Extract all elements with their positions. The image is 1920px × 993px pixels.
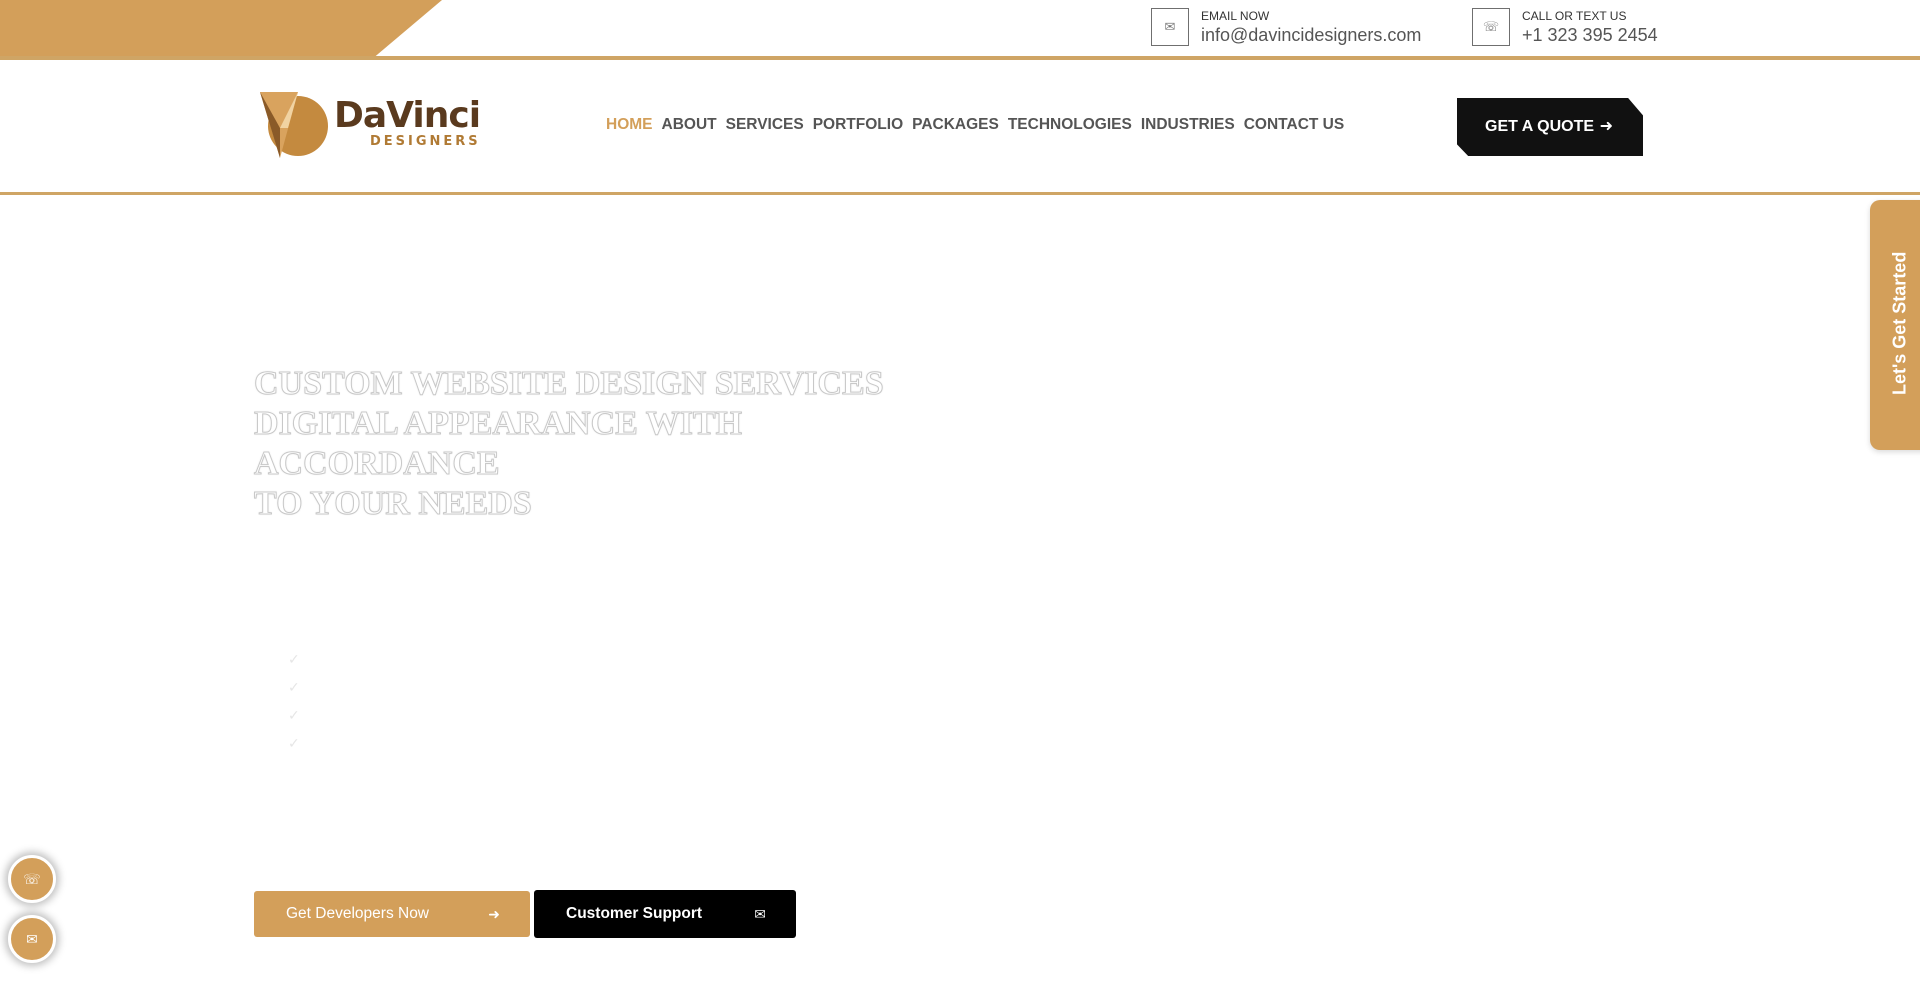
hero-title-line: TO YOUR NEEDS [254,485,533,523]
logo-mark-icon [260,92,328,158]
hero-title-line: ACCORDANCE [254,445,501,483]
top-bar-accent-shape [0,0,442,56]
logo-subtitle: DESIGNERS [370,134,481,149]
get-developers-now-label: Get Developers Now [286,905,430,922]
floating-chat-button[interactable]: ✉ [8,915,56,963]
get-a-quote-label: GET A QUOTE [1485,118,1595,135]
customer-support-label: Customer Support [566,905,703,922]
check-icon: ✓ [288,651,300,667]
nav-item-contact-us[interactable]: CONTACT US [1244,116,1344,134]
email-label: EMAIL NOW [1201,9,1270,23]
phone-contact[interactable]: ☏ CALL OR TEXT US +1 323 395 2454 [1472,8,1658,46]
envelope-icon: ✉ [1151,8,1189,46]
hero-title-line: CUSTOM WEBSITE DESIGN SERVICES [254,365,885,403]
header-divider [0,192,1920,195]
nav-item-portfolio[interactable]: PORTFOLIO [813,116,903,134]
get-developers-now-button[interactable]: Get Developers Now ➜ [254,891,530,937]
chat-icon: ✉ [26,930,38,947]
nav-item-packages[interactable]: PACKAGES [912,116,999,134]
nav-item-about[interactable]: ABOUT [662,116,717,134]
floating-phone-button[interactable]: ☏ [8,855,56,903]
site-header: DaVinci DESIGNERS HOME ABOUT SERVICES PORTF… [0,60,1920,192]
nav-item-industries[interactable]: INDUSTRIES [1141,116,1235,134]
phone-value[interactable]: +1 323 395 2454 [1522,24,1658,46]
chat-icon: ✉ [754,905,766,922]
hero-title-line: DIGITAL APPEARANCE WITH [254,405,743,443]
nav-item-home[interactable]: HOME [606,116,653,134]
nav-item-services[interactable]: SERVICES [726,116,804,134]
lets-get-started-tab[interactable]: Let's Get Started [1870,200,1920,450]
customer-support-button[interactable]: Customer Support ✉ [534,890,796,938]
check-icon: ✓ [288,707,300,723]
email-contact[interactable]: ✉ EMAIL NOW info@davincidesigners.com [1151,8,1421,46]
check-icon: ✓ [288,679,300,695]
hero-checklist: ✓ ✓ ✓ ✓ [288,645,300,757]
check-icon: ✓ [288,735,300,751]
get-a-quote-button[interactable]: GET A QUOTE ➜ [1457,98,1643,156]
logo[interactable]: DaVinci DESIGNERS [258,88,481,160]
phone-icon: ☏ [1472,8,1510,46]
arrow-right-icon: ➜ [1599,118,1613,135]
lets-get-started-label: Let's Get Started [1889,251,1910,395]
phone-label: CALL OR TEXT US [1522,9,1627,23]
email-value[interactable]: info@davincidesigners.com [1201,24,1421,46]
logo-name: DaVinci [334,95,481,136]
hero-title: CUSTOM WEBSITE DESIGN SERVICES DIGITAL AP… [254,364,954,524]
main-nav: HOME ABOUT SERVICES PORTFOLIO PACKAGES TECHNO… [606,116,1344,134]
top-bar: ✉ EMAIL NOW info@davincidesigners.com ☏ … [0,0,1920,56]
phone-icon: ☏ [23,870,41,887]
arrow-right-icon: ➜ [488,905,500,922]
nav-item-technologies[interactable]: TECHNOLOGIES [1008,116,1132,134]
